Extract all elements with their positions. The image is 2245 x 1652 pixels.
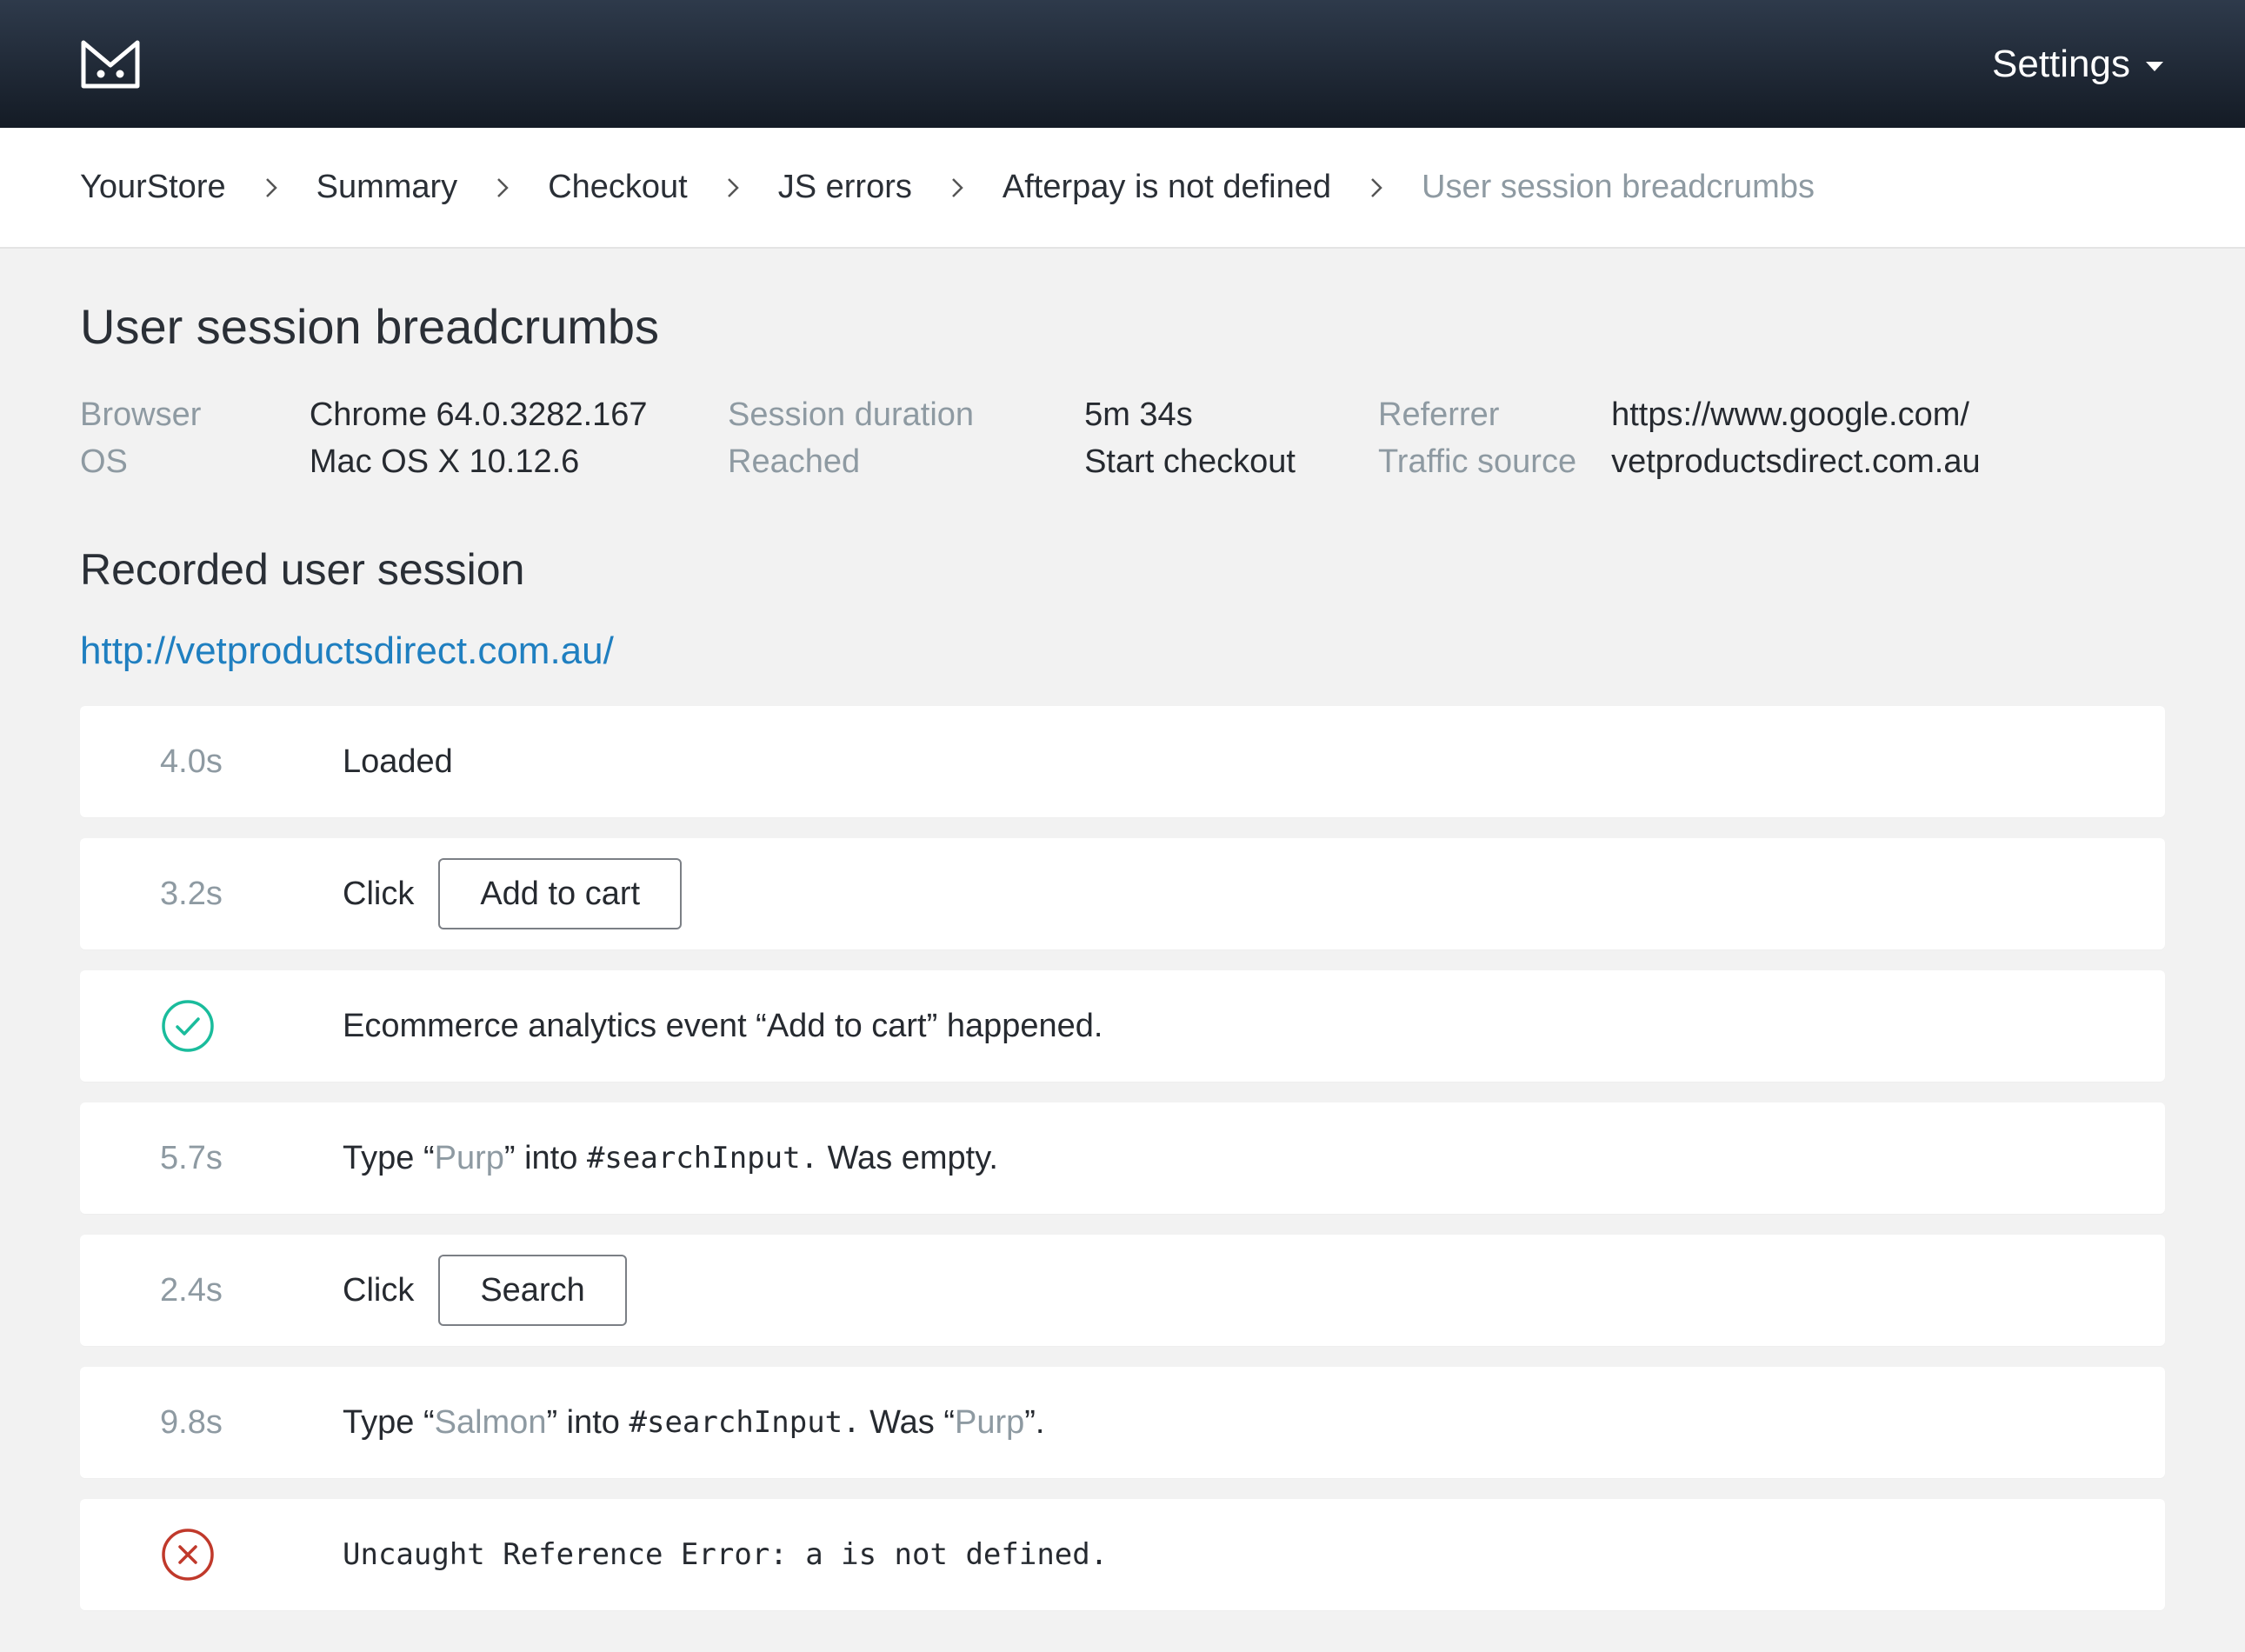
breadcrumb-error[interactable]: Afterpay is not defined — [1003, 169, 1331, 206]
previous-value: Purp — [954, 1403, 1025, 1441]
typed-value: Purp — [434, 1139, 504, 1176]
list-item: 2.4s Click Search — [80, 1235, 2165, 1346]
event-description: Click Add to cart — [343, 858, 683, 929]
traffic-source-label: Traffic source — [1378, 443, 1577, 480]
event-list: 4.0s Loaded 3.2s Click Add to cart Ecomm… — [80, 706, 2165, 1610]
list-item: Ecommerce analytics event “Add to cart” … — [80, 970, 2165, 1082]
list-item: 4.0s Loaded — [80, 706, 2165, 817]
meta-column-browser: Browser Chrome 64.0.3282.167 OS Mac OS X… — [80, 391, 728, 485]
selector-code: #searchInput. — [586, 1141, 819, 1176]
reached-label: Reached — [728, 443, 861, 480]
event-text: Type “ — [343, 1139, 435, 1176]
breadcrumb-current: User session breadcrumbs — [1422, 169, 1815, 205]
search-button[interactable]: Search — [438, 1255, 627, 1326]
event-description: Ecommerce analytics event “Add to cart” … — [343, 1007, 1103, 1044]
event-text: ” into — [503, 1139, 587, 1176]
duration-value: 5m 34s — [1084, 396, 1193, 433]
reached-value: Start checkout — [1084, 443, 1296, 480]
session-meta: Browser Chrome 64.0.3282.167 OS Mac OS X… — [80, 391, 2165, 485]
main-content: User session breadcrumbs Browser Chrome … — [0, 249, 2245, 1610]
breadcrumb-js-errors[interactable]: JS errors — [778, 169, 912, 206]
chevron-right-icon — [912, 177, 1003, 198]
os-value: Mac OS X 10.12.6 — [309, 443, 580, 480]
settings-menu[interactable]: Settings — [1992, 43, 2163, 86]
chevron-right-icon — [688, 177, 778, 198]
referrer-label: Referrer — [1378, 396, 1500, 433]
error-message: Uncaught Reference Error: a is not defin… — [343, 1537, 1109, 1572]
event-text: ” into — [546, 1403, 630, 1441]
event-text: Was empty. — [818, 1139, 998, 1176]
breadcrumb-yourstore[interactable]: YourStore — [80, 169, 226, 206]
breadcrumb-checkout[interactable]: Checkout — [548, 169, 688, 206]
event-time: 5.7s — [160, 1139, 223, 1176]
session-url-link[interactable]: http://vetproductsdirect.com.au/ — [80, 629, 614, 673]
recorded-session-title: Recorded user session — [80, 545, 525, 594]
list-item: Uncaught Reference Error: a is not defin… — [80, 1499, 2165, 1610]
meta-column-source: Referrer https://www.google.com/ Traffic… — [1378, 391, 1981, 485]
chevron-right-icon — [1331, 177, 1422, 198]
list-item: 5.7s Type “Purp” into #searchInput. Was … — [80, 1102, 2165, 1214]
list-item: 3.2s Click Add to cart — [80, 838, 2165, 949]
browser-value: Chrome 64.0.3282.167 — [309, 396, 648, 433]
event-action: Click — [343, 1271, 415, 1309]
breadcrumb-summary[interactable]: Summary — [316, 169, 458, 206]
event-text: Was “ — [860, 1403, 955, 1441]
meta-column-session: Session duration 5m 34s Reached Start ch… — [728, 391, 1378, 485]
os-label: OS — [80, 443, 128, 480]
settings-label: Settings — [1992, 42, 2130, 85]
event-description: Type “Salmon” into #searchInput. Was “Pu… — [343, 1404, 1044, 1442]
event-time: 3.2s — [160, 875, 223, 912]
event-time: 9.8s — [160, 1403, 223, 1441]
event-description: Type “Purp” into #searchInput. Was empty… — [343, 1140, 998, 1177]
browser-label: Browser — [80, 396, 202, 433]
error-circle-icon — [80, 1527, 343, 1582]
top-navbar: Settings — [0, 0, 2245, 128]
event-time: 2.4s — [160, 1271, 223, 1309]
event-description: Loaded — [343, 743, 453, 780]
caret-down-icon — [2146, 62, 2163, 71]
add-to-cart-button[interactable]: Add to cart — [438, 858, 683, 929]
event-description: Click Search — [343, 1255, 627, 1326]
check-circle-icon — [80, 998, 343, 1054]
chevron-right-icon — [457, 177, 548, 198]
event-text: Type “ — [343, 1403, 435, 1441]
event-text: ”. — [1024, 1403, 1045, 1441]
referrer-value: https://www.google.com/ — [1611, 396, 1969, 433]
list-item: 9.8s Type “Salmon” into #searchInput. Wa… — [80, 1367, 2165, 1478]
breadcrumb: YourStore Summary Checkout JS errors Aft… — [0, 128, 2245, 249]
selector-code: #searchInput. — [629, 1405, 861, 1440]
logo-icon[interactable] — [80, 39, 141, 90]
typed-value: Salmon — [434, 1403, 547, 1441]
duration-label: Session duration — [728, 396, 975, 433]
page-title: User session breadcrumbs — [80, 299, 660, 354]
traffic-source-value: vetproductsdirect.com.au — [1611, 443, 1981, 480]
event-time: 4.0s — [160, 743, 223, 780]
event-action: Click — [343, 875, 415, 912]
chevron-right-icon — [226, 177, 316, 198]
